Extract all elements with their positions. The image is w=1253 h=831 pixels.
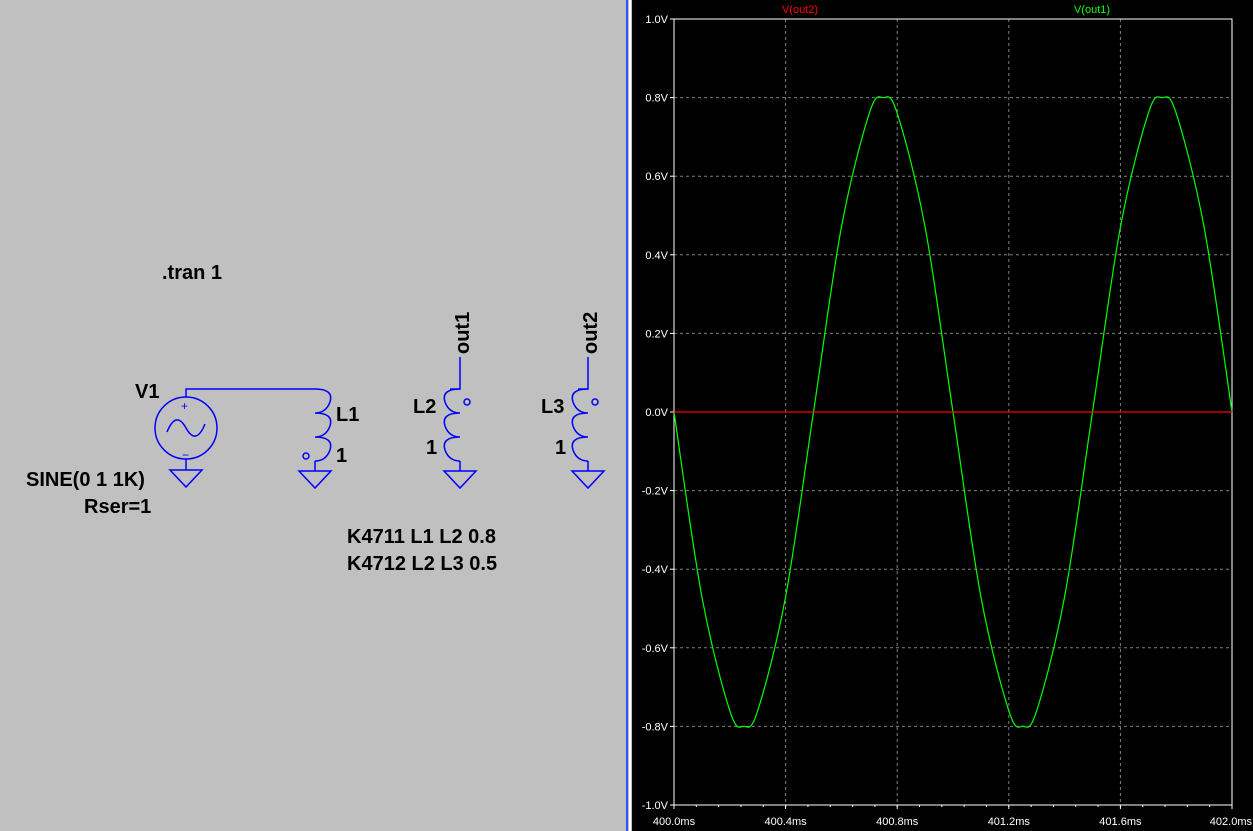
x-tick-label: 402.0ms [1210, 816, 1253, 828]
waveform-plot[interactable]: 1.0V 0.8V 0.6V 0.4V 0.2V 0.0V -0.2V -0.4V -0.6V -… [632, 0, 1253, 831]
x-tick-label: 401.6ms [1099, 816, 1142, 828]
y-tick-label: 1.0V [645, 14, 668, 26]
voltage-source-v1[interactable]: + − [154, 396, 218, 489]
pane-splitter[interactable] [622, 0, 632, 831]
legend-v-out2[interactable]: V(out2) [782, 4, 818, 16]
inductor-l3-name[interactable]: L3 [541, 396, 564, 418]
source-param[interactable]: Rser=1 [84, 496, 151, 518]
coupling-k4712[interactable]: K4712 L2 L3 0.5 [347, 553, 497, 575]
tran-directive[interactable]: .tran 1 [162, 262, 222, 284]
y-tick-label: 0.6V [645, 171, 668, 183]
y-tick-label: 0.2V [645, 328, 668, 340]
y-tick-label: -0.6V [642, 643, 669, 655]
schematic-editor[interactable]: .tran 1 + − V1 SINE(0 1 1K) Rser=1 L1 1 [0, 0, 622, 831]
ground-icon [570, 470, 606, 490]
inductor-l3-value[interactable]: 1 [555, 437, 566, 459]
inductor-l1-value[interactable]: 1 [336, 445, 347, 467]
x-tick-label: 400.4ms [764, 816, 807, 828]
source-value[interactable]: SINE(0 1 1K) [26, 469, 145, 491]
coupling-k4711[interactable]: K4711 L1 L2 0.8 [347, 526, 496, 548]
ground-icon [297, 470, 333, 490]
y-tick-label: 0.0V [645, 407, 668, 419]
y-tick-label: 0.4V [645, 250, 668, 262]
x-tick-label: 401.2ms [988, 816, 1031, 828]
inductor-l2-value[interactable]: 1 [426, 437, 437, 459]
x-tick-label: 400.0ms [653, 816, 696, 828]
ground-icon [168, 469, 204, 489]
waveform-viewer[interactable]: 1.0V 0.8V 0.6V 0.4V 0.2V 0.0V -0.2V -0.4V -0.6V -… [632, 0, 1253, 831]
plot-legend[interactable]: V(out2) V(out1) [782, 4, 1110, 16]
splitter-highlight [629, 0, 631, 831]
wire[interactable] [185, 388, 315, 397]
inductor-l2[interactable] [442, 357, 478, 490]
y-tick-label: -0.8V [642, 721, 669, 733]
inductor-l1[interactable] [297, 388, 333, 490]
schematic-canvas[interactable]: .tran 1 + − V1 SINE(0 1 1K) Rser=1 L1 1 [0, 0, 622, 831]
svg-text:+: + [181, 399, 188, 413]
y-axis-ticks: 1.0V 0.8V 0.6V 0.4V 0.2V 0.0V -0.2V -0.4V -0.6V -… [642, 14, 674, 812]
inductor-l2-name[interactable]: L2 [413, 396, 436, 418]
net-label-out1[interactable]: out1 [452, 312, 474, 354]
plot-traces[interactable] [673, 96, 1233, 728]
inductor-l3[interactable] [570, 357, 606, 490]
x-axis-ticks: 400.0ms 400.4ms 400.8ms 401.2ms 401.6ms 402.0… [653, 805, 1253, 828]
source-name[interactable]: V1 [135, 381, 159, 403]
legend-v-out1[interactable]: V(out1) [1074, 4, 1110, 16]
y-tick-label: -0.2V [642, 486, 669, 498]
x-tick-label: 400.8ms [876, 816, 919, 828]
splitter-line [626, 0, 628, 831]
net-label-out2[interactable]: out2 [580, 312, 602, 354]
ground-icon [442, 470, 478, 490]
y-tick-label: -1.0V [642, 800, 669, 812]
y-tick-label: -0.4V [642, 564, 669, 576]
inductor-l1-name[interactable]: L1 [336, 404, 359, 426]
y-tick-label: 0.8V [645, 93, 668, 105]
